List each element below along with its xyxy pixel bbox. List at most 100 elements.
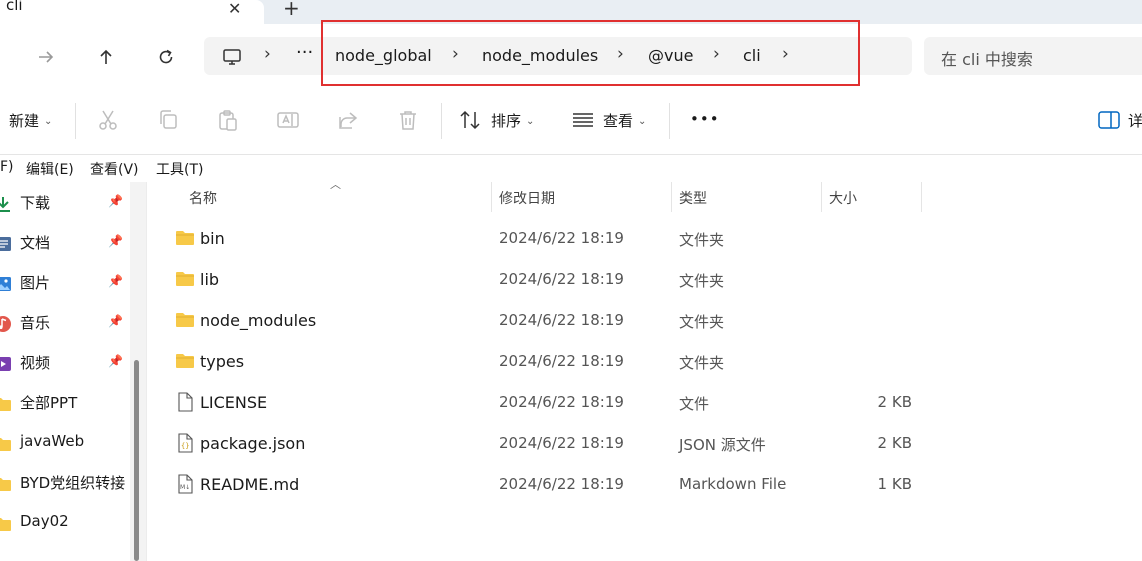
svg-text:M↓: M↓	[180, 484, 190, 491]
menu-view[interactable]: 查看(V)	[90, 159, 139, 179]
paste-icon[interactable]	[216, 108, 240, 132]
refresh-button[interactable]	[152, 43, 180, 71]
file-name: bin	[200, 229, 225, 248]
sidebar-item-folder[interactable]: BYD党组织转接	[0, 472, 130, 512]
sidebar-item-label: javaWeb	[20, 432, 85, 450]
json-file-icon: {}	[178, 433, 193, 453]
tab-title: cli	[6, 0, 23, 14]
column-header-modified[interactable]: 修改日期	[499, 188, 555, 208]
file-date: 2024/6/22 18:19	[499, 393, 624, 411]
rename-icon[interactable]	[276, 108, 300, 132]
file-row[interactable]: M↓ README.md 2024/6/22 18:19 Markdown Fi…	[160, 465, 1142, 506]
divider	[441, 103, 442, 139]
view-button[interactable]: 查看 ⌄	[603, 110, 646, 131]
sidebar-item-folder[interactable]: javaWeb	[0, 432, 130, 472]
delete-icon[interactable]	[396, 108, 420, 132]
file-size: 2 KB	[877, 434, 912, 452]
file-row[interactable]: {} package.json 2024/6/22 18:19 JSON 源文件…	[160, 424, 1142, 465]
file-type: 文件	[679, 395, 710, 413]
column-divider[interactable]	[671, 182, 672, 212]
details-pane-icon	[1098, 111, 1120, 129]
chevron-down-icon: ⌄	[526, 116, 535, 127]
file-row[interactable]: bin 2024/6/22 18:19 文件夹	[160, 219, 1142, 260]
folder-icon	[176, 272, 194, 286]
sidebar-scrollbar-thumb[interactable]	[134, 360, 139, 561]
close-icon[interactable]: ✕	[228, 0, 241, 18]
sort-button[interactable]: 排序 ⌄	[491, 110, 534, 131]
copy-icon[interactable]	[156, 108, 180, 132]
sidebar-item-downloads[interactable]: 下载 📌	[0, 192, 130, 232]
sort-icon	[460, 110, 480, 130]
column-divider[interactable]	[491, 182, 492, 212]
column-divider[interactable]	[921, 182, 922, 212]
file-date: 2024/6/22 18:19	[499, 270, 624, 288]
column-header-size[interactable]: 大小	[829, 188, 857, 208]
new-tab-icon[interactable]: +	[283, 0, 300, 20]
folder-icon	[176, 354, 194, 368]
file-size: 2 KB	[877, 393, 912, 411]
breadcrumb-overflow-button[interactable]: ···	[296, 42, 313, 63]
sidebar-item-label: BYD党组织转接	[20, 474, 126, 492]
menu-file[interactable]: F)	[0, 159, 14, 175]
column-header-type[interactable]: 类型	[679, 188, 707, 208]
divider	[669, 103, 670, 139]
search-placeholder: 在 cli 中搜索	[941, 50, 1033, 69]
file-row[interactable]: types 2024/6/22 18:19 文件夹	[160, 342, 1142, 383]
file-type: 文件夹	[679, 231, 725, 249]
new-label: 新建	[9, 112, 40, 130]
file-type: Markdown File	[679, 475, 787, 493]
menu-tools[interactable]: 工具(T)	[156, 159, 203, 179]
file-name: LICENSE	[200, 393, 268, 412]
file-type: 文件夹	[679, 354, 725, 372]
breadcrumb-separator[interactable]: ›	[264, 44, 271, 64]
share-icon[interactable]	[336, 108, 360, 132]
sidebar-item-music[interactable]: 音乐 📌	[0, 312, 130, 352]
cut-icon[interactable]	[96, 108, 120, 132]
details-button[interactable]: 详	[1128, 110, 1142, 131]
pin-icon: 📌	[108, 354, 123, 368]
file-type: 文件夹	[679, 272, 725, 290]
file-row[interactable]: LICENSE 2024/6/22 18:19 文件 2 KB	[160, 383, 1142, 424]
arrow-up-icon	[100, 49, 112, 64]
highlight-box	[321, 20, 860, 86]
file-date: 2024/6/22 18:19	[499, 229, 624, 247]
folder-icon	[0, 438, 11, 451]
sidebar-item-label: 视频	[20, 354, 51, 372]
sidebar-item-documents[interactable]: 文档 📌	[0, 232, 130, 272]
monitor-icon	[223, 49, 241, 65]
more-options-button[interactable]: •••	[690, 110, 720, 128]
chevron-down-icon: ⌄	[44, 116, 53, 127]
folder-icon	[0, 398, 11, 411]
pin-icon: 📌	[108, 314, 123, 328]
sidebar-item-videos[interactable]: 视频 📌	[0, 352, 130, 392]
tab-cli[interactable]: cli ✕	[0, 0, 264, 28]
divider	[75, 103, 76, 139]
file-icon	[178, 392, 193, 412]
file-date: 2024/6/22 18:19	[499, 311, 624, 329]
new-button[interactable]: 新建 ⌄	[9, 110, 52, 131]
download-icon	[0, 197, 10, 212]
sidebar-item-label: 全部PPT	[20, 394, 78, 412]
folder-icon	[176, 313, 194, 327]
arrow-right-icon	[39, 51, 54, 63]
video-icon	[0, 357, 11, 371]
column-divider[interactable]	[821, 182, 822, 212]
view-label: 查看	[603, 112, 634, 130]
sidebar-item-folder[interactable]: Day02	[0, 512, 130, 552]
folder-icon	[176, 231, 194, 245]
column-header-name[interactable]: 名称	[189, 188, 217, 208]
file-row[interactable]: node_modules 2024/6/22 18:19 文件夹	[160, 301, 1142, 342]
sidebar-item-pictures[interactable]: 图片 📌	[0, 272, 130, 312]
file-row[interactable]: lib 2024/6/22 18:19 文件夹	[160, 260, 1142, 301]
this-pc-button[interactable]	[218, 43, 246, 71]
document-icon	[0, 237, 11, 251]
menu-edit[interactable]: 编辑(E)	[26, 159, 74, 179]
sort-label: 排序	[491, 112, 522, 130]
file-name: node_modules	[200, 311, 317, 330]
sidebar-item-folder[interactable]: 全部PPT	[0, 392, 130, 432]
sidebar-item-label: 文档	[20, 234, 51, 252]
refresh-icon	[159, 49, 173, 64]
file-name: README.md	[200, 475, 300, 494]
forward-button[interactable]	[32, 43, 60, 71]
up-button[interactable]	[92, 43, 120, 71]
